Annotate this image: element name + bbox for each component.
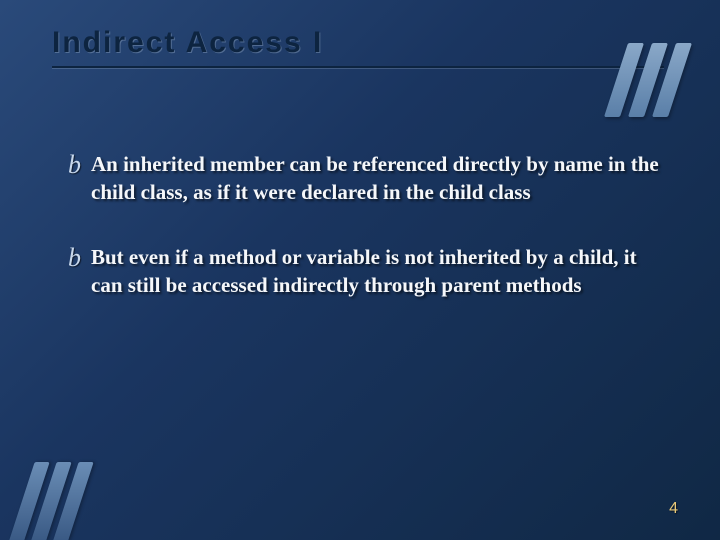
bullet-item: b An inherited member can be referenced … [68,150,660,207]
bullet-text: An inherited member can be referenced di… [91,150,660,207]
decorative-stripes-top [616,43,680,117]
page-number: 4 [669,500,678,518]
bullet-icon: b [68,152,81,178]
slide-title: Indirect Access I [52,26,323,60]
content-area: b An inherited member can be referenced … [68,150,660,335]
bullet-icon: b [68,245,81,271]
title-underline [52,66,664,68]
bullet-item: b But even if a method or variable is no… [68,243,660,300]
decorative-stripes-bottom [22,462,81,540]
slide: Indirect Access I b An inherited member … [0,0,720,540]
bullet-text: But even if a method or variable is not … [91,243,660,300]
